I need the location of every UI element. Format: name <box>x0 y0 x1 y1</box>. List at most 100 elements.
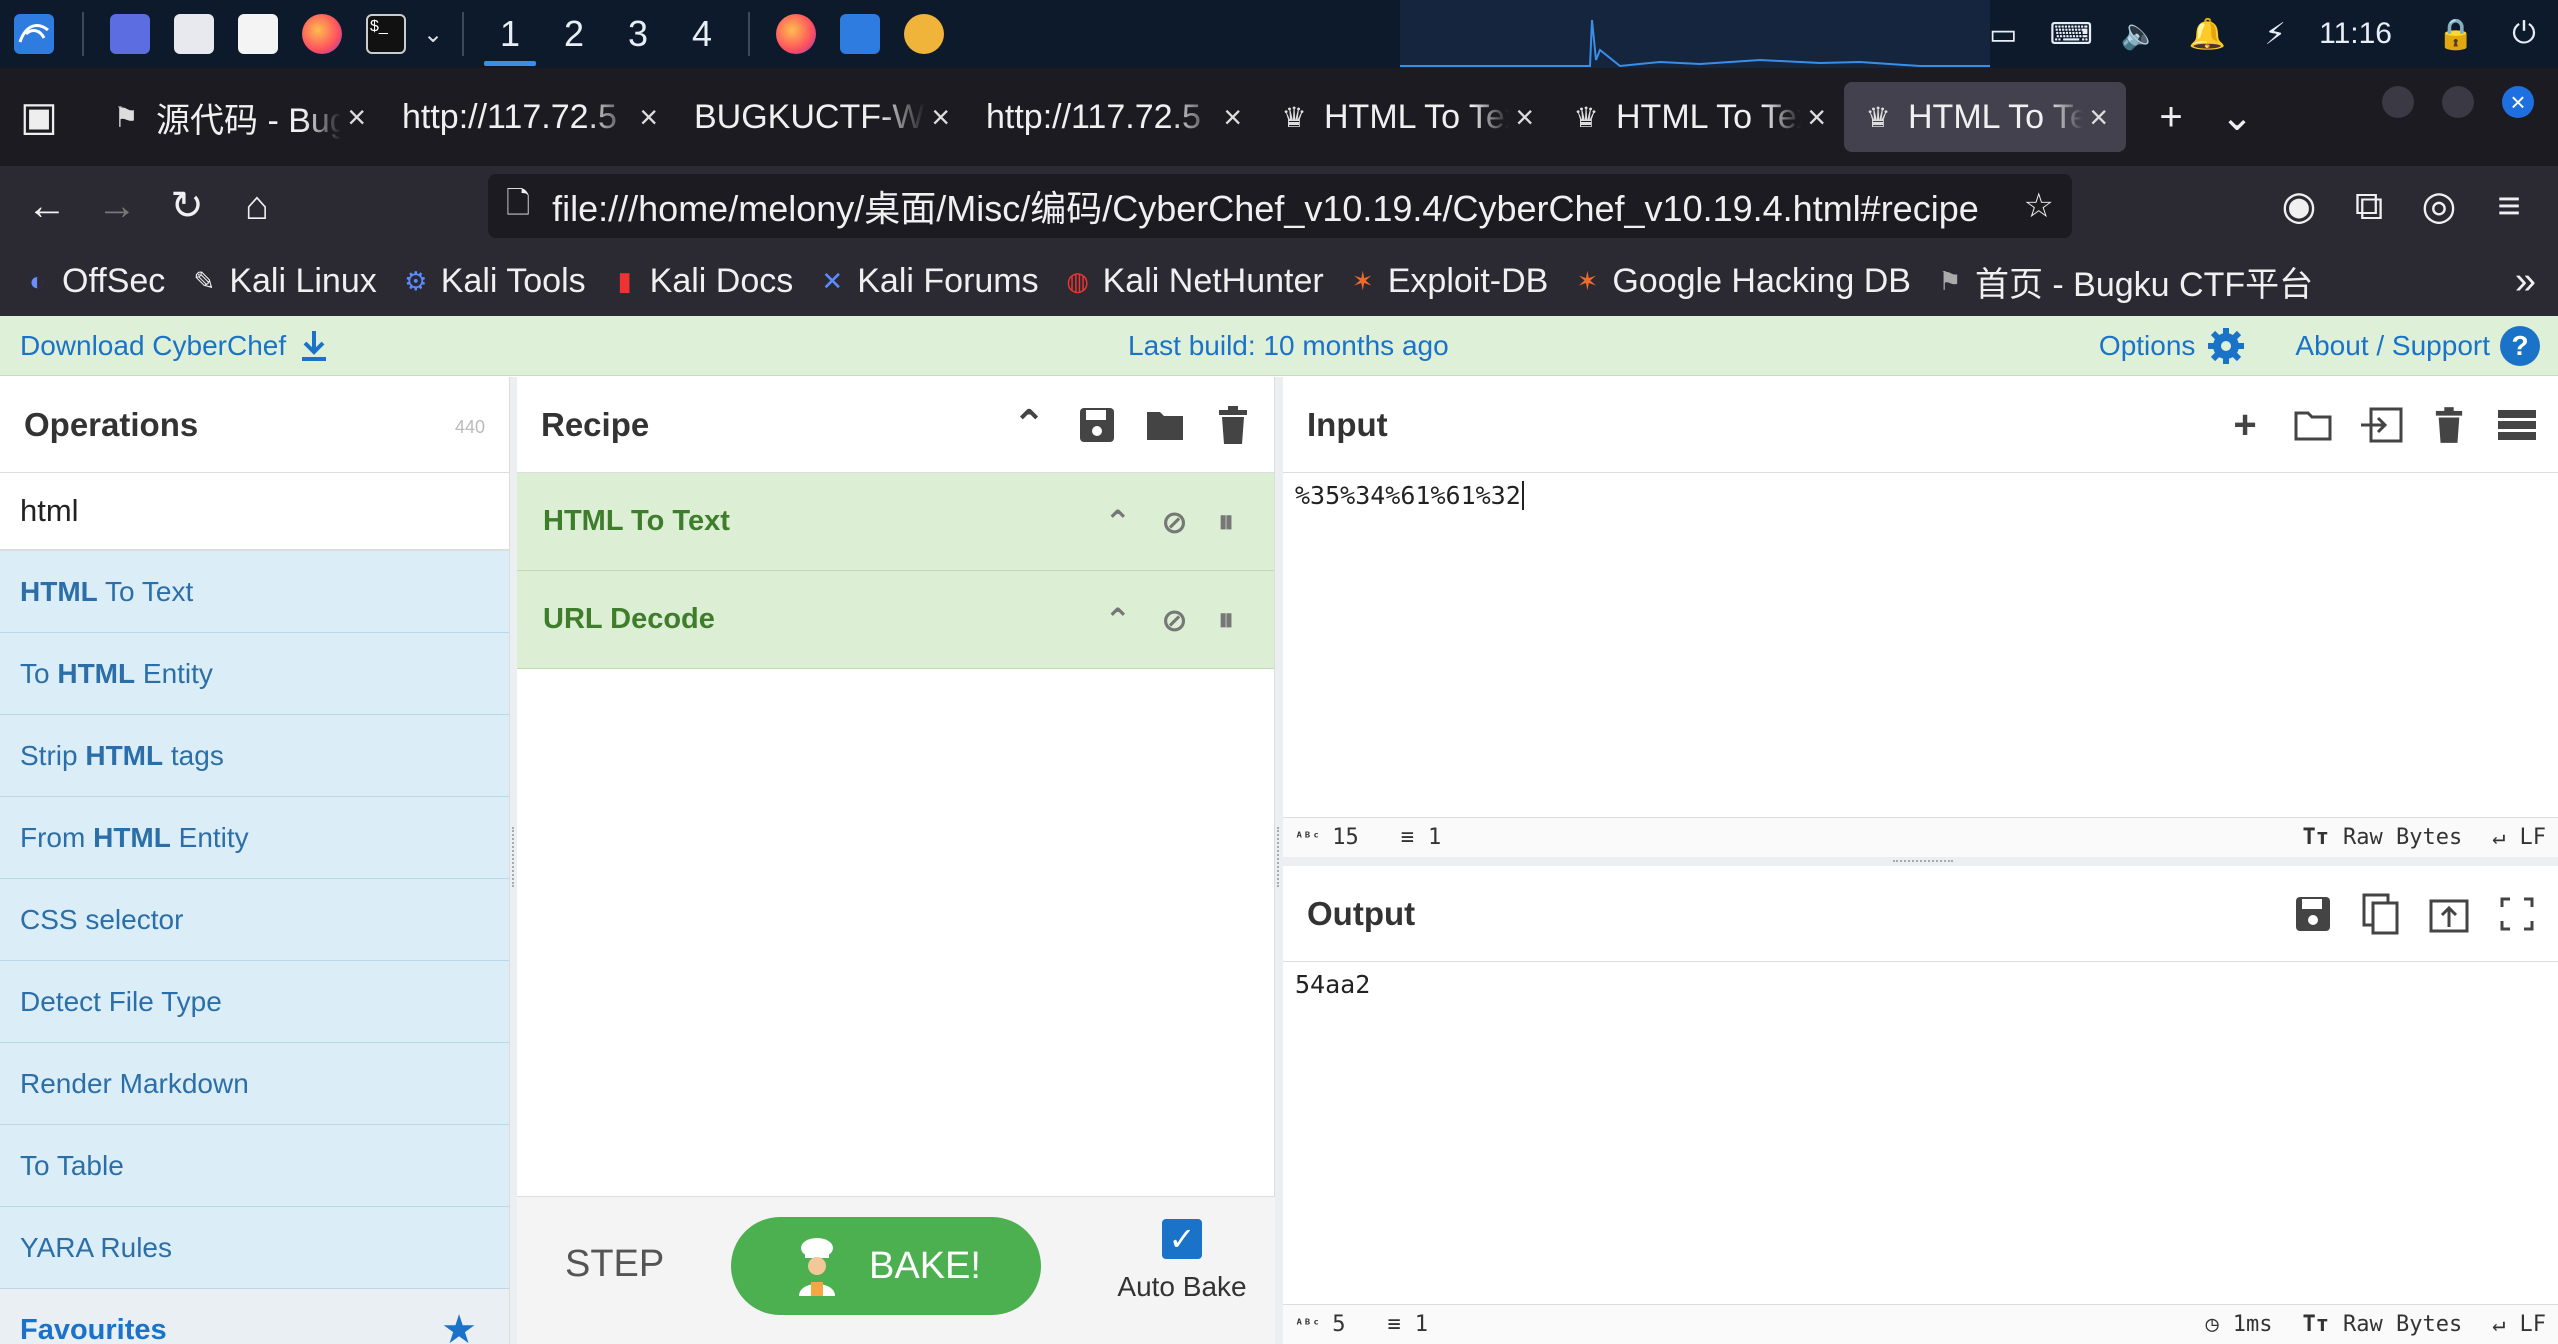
panel-resize-handle[interactable] <box>1275 377 1283 1344</box>
add-input-tab-icon[interactable]: + <box>2220 400 2270 450</box>
output-encoding[interactable]: Raw Bytes <box>2343 1312 2462 1337</box>
output-eol[interactable]: LF <box>2520 1312 2547 1337</box>
operations-search-input[interactable]: html <box>0 473 509 551</box>
step-button[interactable]: STEP <box>565 1243 664 1286</box>
forward-arrow-icon[interactable]: → <box>82 171 152 241</box>
output-textarea[interactable]: 54aa2 <box>1283 962 2558 1007</box>
url-bar[interactable]: 🗋 file:///home/melony/桌面/Misc/编码/CyberCh… <box>488 174 2072 238</box>
firefox-launcher-icon[interactable] <box>302 14 342 54</box>
reload-icon[interactable]: ↻ <box>152 171 222 241</box>
bake-button[interactable]: BAKE! <box>731 1217 1041 1315</box>
power-icon[interactable]: ⚡ <box>2257 16 2293 52</box>
bookmark-kali-tools[interactable]: ⚙ Kali Tools <box>401 262 586 301</box>
terminal-icon[interactable]: $_ <box>366 14 406 54</box>
tab-1[interactable]: http://117.72.5 × <box>384 82 676 152</box>
text-editor-icon[interactable] <box>238 14 278 54</box>
favourites-category[interactable]: Favourites ★ <box>0 1289 509 1344</box>
bookmark-offsec[interactable]: ◐ OffSec <box>22 262 165 301</box>
new-tab-icon[interactable]: + <box>2138 84 2204 150</box>
kali-menu-icon[interactable] <box>0 0 68 68</box>
load-recipe-folder-icon[interactable] <box>1140 400 1190 450</box>
operation-item[interactable]: YARA Rules <box>0 1207 509 1289</box>
workspace-2[interactable]: 2 <box>542 0 606 68</box>
close-icon[interactable]: × <box>347 99 366 136</box>
lock-icon[interactable]: 🔒 <box>2437 16 2474 52</box>
close-icon[interactable]: × <box>1515 99 1534 136</box>
tab-3[interactable]: http://117.72.5 × <box>968 82 1260 152</box>
save-output-icon[interactable] <box>2288 889 2338 939</box>
firefox-window-icon[interactable] <box>776 14 816 54</box>
replace-input-with-output-icon[interactable] <box>2424 889 2474 939</box>
operation-item[interactable]: HTML To Text <box>0 551 509 633</box>
file-manager-icon[interactable] <box>174 14 214 54</box>
copy-output-icon[interactable] <box>2356 889 2406 939</box>
bookmark-bugku[interactable]: ⚑ 首页 - Bugku CTF平台 <box>1935 257 2313 306</box>
close-icon[interactable]: × <box>1807 99 1826 136</box>
pause-breakpoint-icon[interactable]: ⏸ <box>1218 503 1234 541</box>
open-file-input-icon[interactable] <box>2356 400 2406 450</box>
tab-list-chevron-icon[interactable]: ⌄ <box>2204 84 2270 150</box>
input-eol[interactable]: LF <box>2520 825 2547 850</box>
clear-input-trash-icon[interactable] <box>2424 400 2474 450</box>
input-textarea[interactable]: %35%34%61%61%32 <box>1283 473 2558 518</box>
extensions-icon[interactable]: ⧉ <box>2334 171 2404 241</box>
operation-item[interactable]: To HTML Entity <box>0 633 509 715</box>
chevron-up-icon[interactable]: ⌃ <box>1104 503 1131 541</box>
tab-0[interactable]: ⚑ 源代码 - Bugku × <box>92 82 384 152</box>
bookmark-kali-nethunter[interactable]: ◍ Kali NetHunter <box>1063 262 1323 301</box>
chevron-up-icon[interactable]: ⌃ <box>1104 601 1131 639</box>
window-close-button[interactable]: × <box>2502 86 2534 118</box>
home-icon[interactable]: ⌂ <box>222 171 292 241</box>
disable-op-icon[interactable]: ⊘ <box>1161 503 1188 541</box>
vpn-icon[interactable]: ◎ <box>2404 171 2474 241</box>
close-icon[interactable]: × <box>639 99 658 136</box>
recipe-operation[interactable]: HTML To Text ⌃ ⊘ ⏸ <box>517 473 1274 571</box>
auto-bake-checkbox-checked-icon[interactable]: ✓ <box>1162 1219 1202 1259</box>
tab-5[interactable]: ♛ HTML To Text × <box>1552 82 1844 152</box>
tab-6-active[interactable]: ♛ HTML To Text × <box>1844 82 2126 152</box>
files-window-icon[interactable] <box>840 14 880 54</box>
logout-icon[interactable]: ⏻ <box>2506 16 2542 52</box>
recipe-operation[interactable]: URL Decode ⌃ ⊘ ⏸ <box>517 571 1274 669</box>
workspace-4[interactable]: 4 <box>670 0 734 68</box>
volume-icon[interactable]: 🔈 <box>2120 16 2157 52</box>
tab-4[interactable]: ♛ HTML To Text × <box>1260 82 1552 152</box>
operation-item[interactable]: Strip HTML tags <box>0 715 509 797</box>
maximize-button[interactable] <box>2442 86 2474 118</box>
chevron-down-icon[interactable]: ⌄ <box>418 0 448 68</box>
maximise-output-icon[interactable] <box>2492 889 2542 939</box>
tab-2[interactable]: BUGKUCTF-WEB × <box>676 82 968 152</box>
open-folder-icon[interactable] <box>2288 400 2338 450</box>
notification-bell-icon[interactable]: 🔔 <box>2188 16 2225 52</box>
operation-item[interactable]: Render Markdown <box>0 1043 509 1125</box>
display-icon[interactable]: ▭ <box>1985 16 2021 52</box>
close-icon[interactable]: × <box>931 99 950 136</box>
close-icon[interactable]: × <box>2089 99 2108 136</box>
back-arrow-icon[interactable]: ← <box>12 171 82 241</box>
keyboard-icon[interactable]: ⌨ <box>2049 16 2092 52</box>
save-recipe-icon[interactable] <box>1072 400 1122 450</box>
bookmark-kali-forums[interactable]: ✕ Kali Forums <box>817 262 1038 301</box>
url-text[interactable]: file:///home/melony/桌面/Misc/编码/CyberChef… <box>552 180 2011 232</box>
workspace-3[interactable]: 3 <box>606 0 670 68</box>
io-resize-handle[interactable] <box>1283 857 2558 866</box>
operation-item[interactable]: Detect File Type <box>0 961 509 1043</box>
hamburger-menu-icon[interactable]: ≡ <box>2474 171 2544 241</box>
operation-item[interactable]: CSS selector <box>0 879 509 961</box>
bookmark-kali-docs[interactable]: ▮ Kali Docs <box>610 262 793 301</box>
show-desktop-icon[interactable] <box>110 14 150 54</box>
workspace-1[interactable]: 1 <box>478 0 542 68</box>
close-icon[interactable]: × <box>1223 99 1242 136</box>
account-icon[interactable]: ◉ <box>2264 171 2334 241</box>
reset-layout-icon[interactable] <box>2492 400 2542 450</box>
input-encoding[interactable]: Raw Bytes <box>2343 825 2462 850</box>
bookmark-kali-linux[interactable]: ✎ Kali Linux <box>189 262 376 301</box>
pause-breakpoint-icon[interactable]: ⏸ <box>1218 601 1234 639</box>
bookmark-exploit-db[interactable]: ✶ Exploit-DB <box>1348 262 1549 301</box>
operation-item[interactable]: To Table <box>0 1125 509 1207</box>
options-link[interactable]: Options <box>2099 325 2248 367</box>
about-support-link[interactable]: About / Support ? <box>2295 325 2540 366</box>
minimize-button[interactable] <box>2382 86 2414 118</box>
panel-resize-handle[interactable] <box>510 377 517 1344</box>
bookmark-google-hacking-db[interactable]: ✶ Google Hacking DB <box>1572 262 1911 301</box>
